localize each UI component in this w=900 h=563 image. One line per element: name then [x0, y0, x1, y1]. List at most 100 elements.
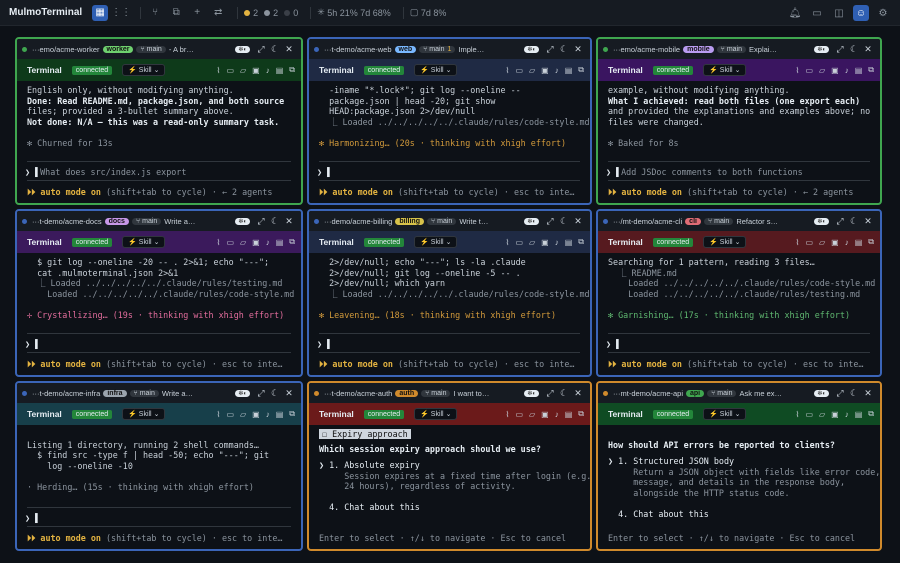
chat-icon[interactable]: ▤ — [276, 66, 284, 75]
folder-icon[interactable]: ▭ — [226, 410, 234, 419]
microphone-icon[interactable]: ♪ — [266, 66, 270, 75]
chat-icon[interactable]: ▤ — [855, 238, 863, 247]
image-icon[interactable]: ▣ — [252, 238, 260, 247]
apps-grid-icon[interactable]: ⋮⋮ — [111, 5, 131, 21]
copy-icon[interactable]: ⧉ — [289, 65, 295, 75]
skill-dropdown[interactable]: ⚡ Skill ⌄ — [703, 408, 747, 420]
chat-icon[interactable]: ▤ — [565, 410, 573, 419]
microphone-icon[interactable]: ♪ — [555, 66, 559, 75]
auto-mode-indicator[interactable]: ⏵⏵ auto mode on — [27, 187, 101, 197]
new-window-icon[interactable]: ⧉ — [168, 5, 184, 21]
folder-icon[interactable]: ▭ — [226, 238, 234, 247]
folder-icon[interactable]: ▭ — [805, 238, 813, 247]
folder-icon[interactable]: ▭ — [515, 66, 523, 75]
devices-icon[interactable]: ▭ — [809, 5, 825, 21]
folder-open-icon[interactable]: ▱ — [819, 238, 825, 247]
image-icon[interactable]: ▣ — [252, 66, 260, 75]
copy-icon[interactable]: ⧉ — [868, 237, 874, 247]
prompt-input[interactable]: ❯ ▌ — [317, 167, 332, 177]
paperclip-icon[interactable]: ⌇ — [506, 238, 510, 247]
expand-icon[interactable]: ⤢ — [833, 388, 847, 399]
expand-icon[interactable]: ⤢ — [543, 216, 557, 227]
expand-icon[interactable]: ⤢ — [833, 216, 847, 227]
folder-open-icon[interactable]: ▱ — [240, 410, 246, 419]
folder-icon[interactable]: ▭ — [226, 66, 234, 75]
folder-open-icon[interactable]: ▱ — [529, 66, 535, 75]
skill-dropdown[interactable]: ⚡ Skill ⌄ — [703, 64, 747, 76]
skill-dropdown[interactable]: ⚡ Skill ⌄ — [414, 408, 458, 420]
close-icon[interactable]: ✕ — [861, 44, 875, 55]
moon-icon[interactable]: ☾ — [847, 44, 861, 55]
moon-icon[interactable]: ☾ — [847, 216, 861, 227]
chat-icon[interactable]: ▤ — [565, 238, 573, 247]
close-icon[interactable]: ✕ — [861, 388, 875, 399]
folder-open-icon[interactable]: ▱ — [529, 238, 535, 247]
skill-dropdown[interactable]: ⚡ Skill ⌄ — [122, 236, 166, 248]
option-line[interactable]: 4. Chat about this — [608, 509, 870, 520]
moon-icon[interactable]: ☾ — [557, 216, 571, 227]
moon-icon[interactable]: ☾ — [268, 216, 282, 227]
folder-open-icon[interactable]: ▱ — [240, 66, 246, 75]
copy-icon[interactable]: ⧉ — [578, 409, 584, 419]
paperclip-icon[interactable]: ⌇ — [796, 238, 800, 247]
folder-open-icon[interactable]: ▱ — [819, 410, 825, 419]
moon-icon[interactable]: ☾ — [847, 388, 861, 399]
expand-icon[interactable]: ⤢ — [254, 388, 268, 399]
prompt-input[interactable]: ❯ ▌ — [25, 339, 40, 349]
close-icon[interactable]: ✕ — [282, 388, 296, 399]
moon-icon[interactable]: ☾ — [268, 44, 282, 55]
gear-icon[interactable]: ⚙ — [875, 5, 891, 21]
paperclip-icon[interactable]: ⌇ — [217, 238, 221, 247]
chat-icon[interactable]: ▤ — [276, 410, 284, 419]
prompt-input[interactable]: ❯ ▌ — [317, 339, 332, 349]
close-icon[interactable]: ✕ — [571, 44, 585, 55]
skill-dropdown[interactable]: ⚡ Skill ⌄ — [122, 64, 166, 76]
close-icon[interactable]: ✕ — [861, 216, 875, 227]
chat-icon[interactable]: ▤ — [276, 238, 284, 247]
grid-layout-icon[interactable]: ▦ — [92, 4, 109, 21]
close-icon[interactable]: ✕ — [282, 216, 296, 227]
swap-icon[interactable]: ⇄ — [210, 5, 226, 21]
paperclip-icon[interactable]: ⌇ — [217, 410, 221, 419]
copy-icon[interactable]: ⧉ — [868, 409, 874, 419]
option-line[interactable]: 4. Chat about this — [319, 502, 580, 513]
microphone-icon[interactable]: ♪ — [266, 410, 270, 419]
image-icon[interactable]: ▣ — [831, 410, 839, 419]
image-icon[interactable]: ▣ — [541, 238, 549, 247]
chat-icon[interactable]: ▤ — [565, 66, 573, 75]
folder-open-icon[interactable]: ▱ — [240, 238, 246, 247]
option-line[interactable]: ❯ 1. Absolute expiry — [319, 460, 580, 471]
skill-dropdown[interactable]: ⚡ Skill ⌄ — [122, 408, 166, 420]
fork-icon[interactable]: ⑂ — [147, 5, 163, 21]
prompt-input[interactable]: ❯ ▌ — [606, 339, 621, 349]
paperclip-icon[interactable]: ⌇ — [796, 66, 800, 75]
image-icon[interactable]: ▣ — [831, 66, 839, 75]
expand-icon[interactable]: ⤢ — [254, 216, 268, 227]
robot-icon[interactable]: ☺ — [853, 5, 869, 21]
microphone-icon[interactable]: ♪ — [266, 238, 270, 247]
image-icon[interactable]: ▣ — [541, 410, 549, 419]
expand-icon[interactable]: ⤢ — [543, 388, 557, 399]
auto-mode-indicator[interactable]: ⏵⏵ auto mode on — [608, 187, 682, 197]
option-line[interactable]: 24 hours), regardless of activity. — [319, 481, 580, 492]
microphone-icon[interactable]: ♪ — [845, 410, 849, 419]
add-icon[interactable]: + — [189, 5, 205, 21]
copy-icon[interactable]: ⧉ — [289, 237, 295, 247]
expand-icon[interactable]: ⤢ — [254, 44, 268, 55]
image-icon[interactable]: ▣ — [831, 238, 839, 247]
sidebar-icon[interactable]: ◫ — [831, 5, 847, 21]
copy-icon[interactable]: ⧉ — [578, 237, 584, 247]
folder-icon[interactable]: ▭ — [515, 410, 523, 419]
close-icon[interactable]: ✕ — [282, 44, 296, 55]
paperclip-icon[interactable]: ⌇ — [796, 410, 800, 419]
copy-icon[interactable]: ⧉ — [578, 65, 584, 75]
microphone-icon[interactable]: ♪ — [555, 410, 559, 419]
auto-mode-indicator[interactable]: ⏵⏵ auto mode on — [319, 187, 393, 197]
microphone-icon[interactable]: ♪ — [845, 238, 849, 247]
prompt-input[interactable]: ❯ ▌Add JSDoc comments to both functions — [606, 167, 803, 177]
image-icon[interactable]: ▣ — [541, 66, 549, 75]
auto-mode-indicator[interactable]: ⏵⏵ auto mode on — [608, 359, 682, 369]
copy-icon[interactable]: ⧉ — [868, 65, 874, 75]
microphone-icon[interactable]: ♪ — [845, 66, 849, 75]
folder-icon[interactable]: ▭ — [805, 410, 813, 419]
